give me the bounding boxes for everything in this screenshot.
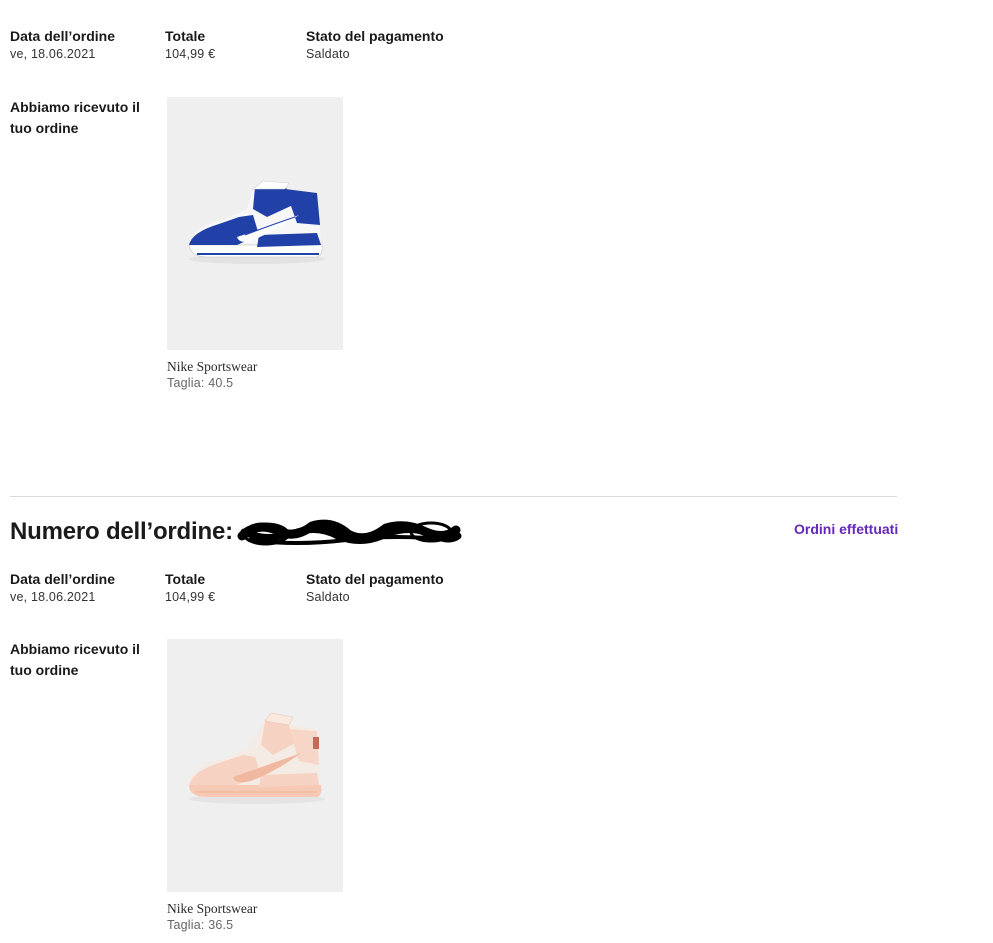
product-brand[interactable]: Nike Sportswear <box>167 901 257 917</box>
order-total-value: 104,99 € <box>165 590 216 604</box>
peach-white-high-top-sneaker-icon <box>167 639 343 892</box>
product-brand[interactable]: Nike Sportswear <box>167 359 257 375</box>
blue-white-high-top-sneaker-icon <box>167 97 343 350</box>
order-total-label: Totale <box>165 571 206 587</box>
product-image[interactable] <box>167 97 343 350</box>
order-date-value: ve, 18.06.2021 <box>10 590 96 604</box>
order-status-text: Abbiamo ricevuto il tuo ordine <box>10 99 140 136</box>
product-size: Taglia: 36.5 <box>167 918 234 932</box>
scribble-redaction-icon <box>237 519 462 546</box>
order-status-text: Abbiamo ricevuto il tuo ordine <box>10 641 140 678</box>
product-image[interactable] <box>167 639 343 892</box>
product-size: Taglia: 40.5 <box>167 376 234 390</box>
order-date-label: Data dell’ordine <box>10 571 116 587</box>
order-date-label: Data dell’ordine <box>10 28 116 44</box>
order-total-value: 104,99 € <box>165 47 216 61</box>
redacted-order-number <box>236 516 464 550</box>
payment-status-label: Stato del pagamento <box>306 28 444 44</box>
payment-status-label: Stato del pagamento <box>306 571 444 587</box>
orders-placed-link[interactable]: Ordini effettuati <box>794 521 898 537</box>
payment-status-value: Saldato <box>306 590 350 604</box>
order-number-title: Numero dell’ordine: <box>10 518 233 545</box>
order-divider <box>10 496 897 497</box>
payment-status-value: Saldato <box>306 47 350 61</box>
order-date-value: ve, 18.06.2021 <box>10 47 96 61</box>
order-total-label: Totale <box>165 28 206 44</box>
